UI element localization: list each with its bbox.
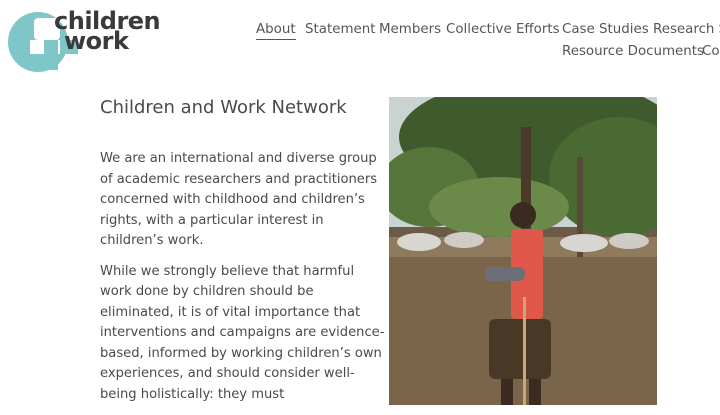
nav-row-primary: About Statement Members Collective Effor…	[256, 20, 720, 42]
nav-item-research[interactable]: Research S	[653, 22, 720, 37]
photo-illustration	[389, 97, 657, 405]
logo-wordmark: children work	[54, 9, 161, 53]
intro-text: We are an international and diverse grou…	[100, 149, 385, 415]
main-navigation: About Statement Members Collective Effor…	[256, 20, 720, 64]
intro-paragraph-1: We are an international and diverse grou…	[100, 151, 378, 248]
site-logo[interactable]: children work	[8, 8, 168, 74]
nav-item-members[interactable]: Members	[379, 22, 441, 37]
nav-item-about[interactable]: About	[256, 22, 296, 40]
nav-item-collective-efforts[interactable]: Collective Efforts	[446, 22, 560, 37]
page-title: Children and Work Network	[100, 97, 347, 118]
nav-item-resource-documents[interactable]: Resource Documents	[562, 44, 704, 59]
nav-row-secondary: Resource Documents Co	[256, 42, 720, 64]
nav-item-contact[interactable]: Co	[702, 44, 720, 59]
boy-herding-cattle-photo	[389, 97, 657, 405]
nav-item-case-studies[interactable]: Case Studies	[562, 22, 649, 37]
intro-paragraph-2: While we strongly believe that harmful w…	[100, 263, 385, 402]
nav-item-statement[interactable]: Statement	[305, 22, 375, 37]
